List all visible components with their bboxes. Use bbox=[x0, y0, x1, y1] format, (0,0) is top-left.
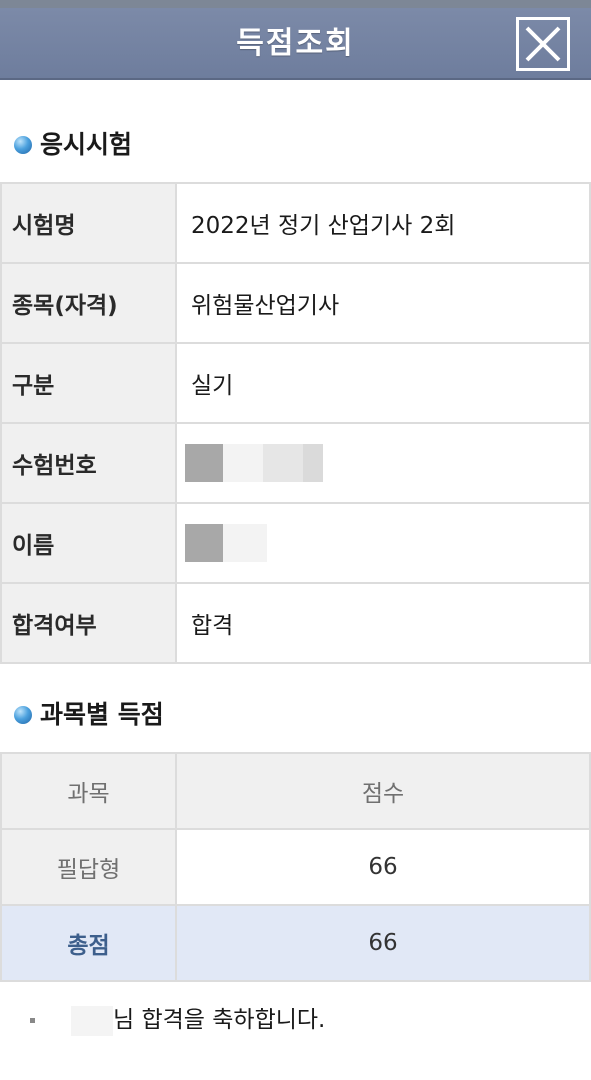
score-table: 과목 점수 필답형 66 총점 66 bbox=[0, 752, 591, 982]
name-value bbox=[175, 502, 591, 584]
table-row: 시험명 2022년 정기 산업기사 2회 bbox=[0, 182, 591, 264]
exam-name-label: 시험명 bbox=[0, 182, 177, 264]
qualification-value: 위험물산업기사 bbox=[175, 262, 591, 344]
subject-cell: 필답형 bbox=[0, 828, 177, 906]
exam-name-value: 2022년 정기 산업기사 2회 bbox=[175, 182, 591, 264]
message-text: 님 합격을 축하합니다. bbox=[113, 1007, 326, 1033]
redacted-block bbox=[223, 444, 263, 482]
bullet-icon bbox=[14, 706, 32, 724]
category-value: 실기 bbox=[175, 342, 591, 424]
close-icon bbox=[525, 26, 561, 62]
name-label: 이름 bbox=[0, 502, 177, 584]
top-strip bbox=[0, 0, 591, 8]
header-bar: 득점조회 bbox=[0, 8, 591, 80]
bullet-icon bbox=[14, 136, 32, 154]
congratulation-message: 님 합격을 축하합니다. bbox=[30, 1002, 325, 1038]
score-cell: 66 bbox=[175, 828, 591, 906]
table-row: 이름 bbox=[0, 502, 591, 584]
table-row: 수험번호 bbox=[0, 422, 591, 504]
redacted-block bbox=[223, 524, 267, 562]
redacted-block bbox=[185, 444, 223, 482]
table-row: 합격여부 합격 bbox=[0, 582, 591, 664]
total-label: 총점 bbox=[0, 904, 177, 982]
total-row: 총점 66 bbox=[0, 904, 591, 982]
table-header-row: 과목 점수 bbox=[0, 752, 591, 830]
exam-number-label: 수험번호 bbox=[0, 422, 177, 504]
exam-section-title: 응시시험 bbox=[40, 130, 133, 159]
message-bullet bbox=[30, 1018, 35, 1023]
table-row: 필답형 66 bbox=[0, 828, 591, 906]
redacted-block bbox=[185, 524, 223, 562]
redacted-block bbox=[303, 444, 323, 482]
exam-info-table: 시험명 2022년 정기 산업기사 2회 종목(자격) 위험물산업기사 구분 실… bbox=[0, 182, 591, 664]
score-section-title: 과목별 득점 bbox=[40, 700, 164, 729]
redacted-name bbox=[71, 1005, 113, 1036]
qualification-label: 종목(자격) bbox=[0, 262, 177, 344]
score-section-heading: 과목별 득점 bbox=[14, 698, 164, 732]
subject-header: 과목 bbox=[0, 752, 177, 830]
table-row: 구분 실기 bbox=[0, 342, 591, 424]
category-label: 구분 bbox=[0, 342, 177, 424]
exam-number-value bbox=[175, 422, 591, 504]
page-title: 득점조회 bbox=[236, 26, 355, 61]
pass-status-value: 합격 bbox=[175, 582, 591, 664]
exam-section-heading: 응시시험 bbox=[14, 128, 132, 162]
score-header: 점수 bbox=[175, 752, 591, 830]
pass-status-label: 합격여부 bbox=[0, 582, 177, 664]
close-button[interactable] bbox=[516, 17, 570, 71]
total-score: 66 bbox=[175, 904, 591, 982]
table-row: 종목(자격) 위험물산업기사 bbox=[0, 262, 591, 344]
redacted-block bbox=[263, 444, 303, 482]
